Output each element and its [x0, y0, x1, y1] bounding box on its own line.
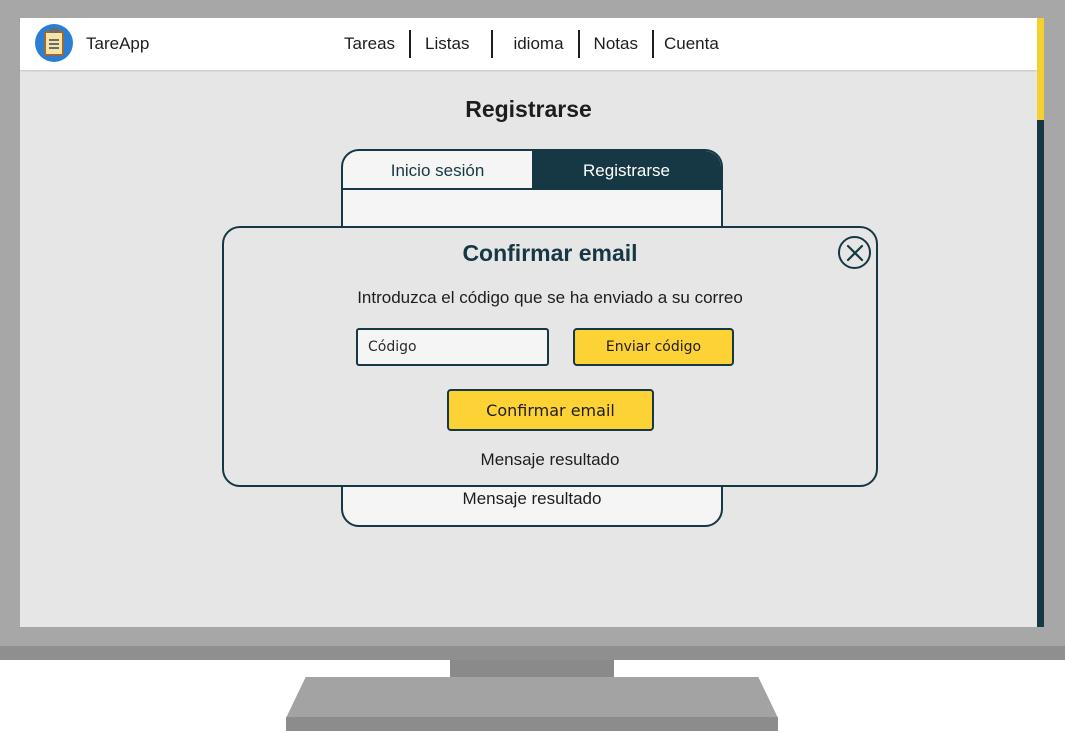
close-button[interactable] [838, 236, 871, 269]
tab-registrarse[interactable]: Registrarse [532, 151, 721, 188]
monitor-stand-base-bottom [286, 717, 778, 731]
nav-item-notas[interactable]: Notas [580, 30, 652, 58]
nav-item-cuenta[interactable]: Cuenta [654, 30, 733, 58]
scrollbar-thumb[interactable] [1037, 18, 1044, 120]
modal-result-message: Mensaje resultado [480, 450, 620, 469]
page-title: Registrarse [465, 96, 592, 122]
app-logo[interactable] [35, 24, 73, 62]
close-icon [846, 244, 863, 261]
auth-tabs: Inicio sesión Registrarse [343, 151, 721, 190]
navbar: TareApp Tareas Listas idioma Notas Cuent… [20, 18, 1037, 70]
card-result-message: Mensaje resultado [462, 489, 602, 508]
screen: TareApp Tareas Listas idioma Notas Cuent… [20, 18, 1044, 627]
confirm-email-modal: Confirmar email Introduzca el código que… [222, 226, 878, 487]
nav-item-listas[interactable]: Listas [411, 30, 491, 58]
code-input[interactable] [356, 328, 549, 366]
confirm-email-button[interactable]: Confirmar email [447, 389, 654, 431]
monitor-stand-base [286, 677, 778, 718]
monitor-chin [0, 646, 1065, 660]
nav-menu: Tareas Listas idioma Notas Cuenta [330, 30, 733, 58]
modal-title: Confirmar email [462, 240, 638, 266]
tab-inicio-sesion[interactable]: Inicio sesión [343, 151, 532, 188]
send-code-button[interactable]: Enviar código [573, 328, 734, 366]
nav-item-tareas[interactable]: Tareas [330, 30, 409, 58]
clipboard-icon [44, 27, 64, 56]
app-name: TareApp [86, 34, 150, 53]
nav-item-idioma[interactable]: idioma [493, 30, 577, 58]
modal-description: Introduzca el código que se ha enviado a… [357, 288, 743, 307]
